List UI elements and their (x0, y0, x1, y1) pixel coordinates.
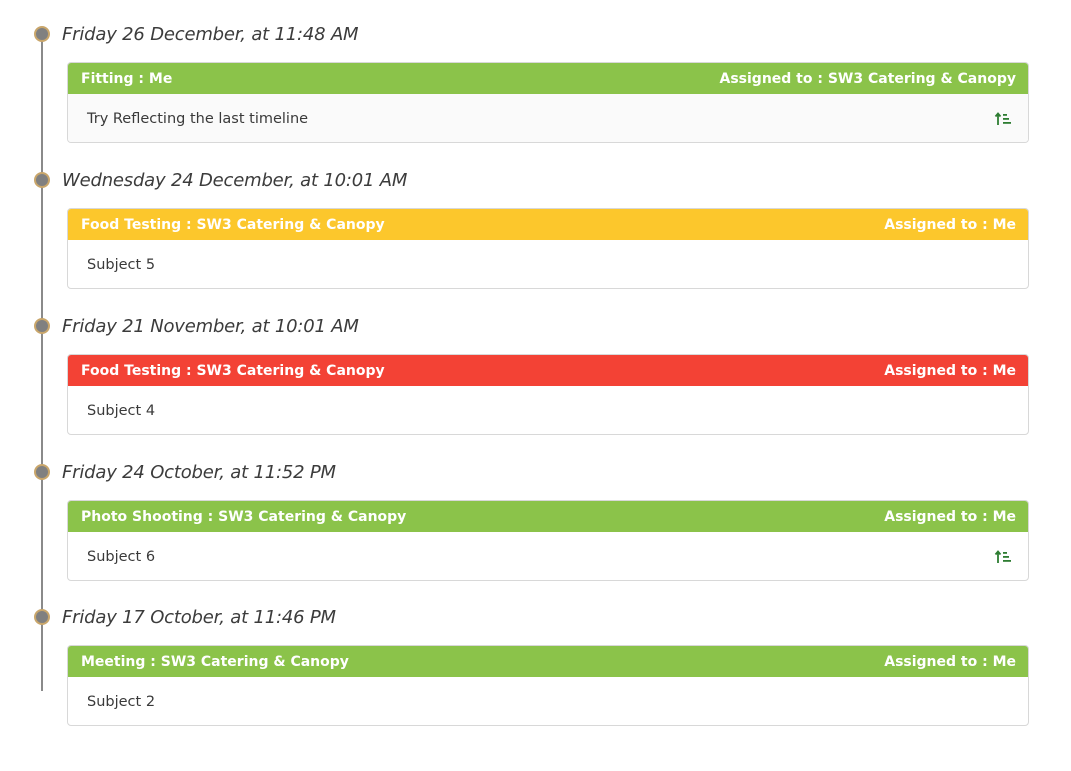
card-header: Fitting : Me Assigned to : SW3 Catering … (68, 63, 1028, 94)
timeline-dot (34, 26, 50, 42)
entry-date: Friday 26 December, at 11:48 AM (62, 24, 359, 45)
card-header: Photo Shooting : SW3 Catering & Canopy A… (68, 501, 1028, 532)
card-header: Meeting : SW3 Catering & Canopy Assigned… (68, 646, 1028, 677)
event-subject: Subject 2 (87, 694, 156, 710)
event-title: Fitting : Me (81, 70, 173, 87)
event-title: Food Testing : SW3 Catering & Canopy (81, 362, 385, 379)
event-card[interactable]: Food Testing : SW3 Catering & Canopy Ass… (67, 354, 1029, 435)
card-header: Food Testing : SW3 Catering & Canopy Ass… (68, 209, 1028, 240)
card-body: Subject 4 (68, 386, 1028, 434)
timeline-line (41, 33, 43, 691)
event-title: Food Testing : SW3 Catering & Canopy (81, 216, 385, 233)
card-header: Food Testing : SW3 Catering & Canopy Ass… (68, 355, 1028, 386)
event-card[interactable]: Photo Shooting : SW3 Catering & Canopy A… (67, 500, 1029, 581)
entry-date: Friday 21 November, at 10:01 AM (62, 316, 359, 337)
entry-date: Friday 24 October, at 11:52 PM (62, 462, 336, 483)
card-body: Try Reflecting the last timeline (68, 94, 1028, 142)
event-title: Meeting : SW3 Catering & Canopy (81, 653, 349, 670)
event-subject: Subject 5 (87, 257, 156, 273)
assigned-to: Assigned to : Me (884, 508, 1016, 525)
timeline-dot (34, 464, 50, 480)
event-card[interactable]: Meeting : SW3 Catering & Canopy Assigned… (67, 645, 1029, 726)
event-subject: Try Reflecting the last timeline (87, 111, 309, 127)
card-body: Subject 2 (68, 677, 1028, 725)
assigned-to: Assigned to : Me (884, 216, 1016, 233)
event-card[interactable]: Food Testing : SW3 Catering & Canopy Ass… (67, 208, 1029, 289)
timeline-dot (34, 172, 50, 188)
card-body: Subject 5 (68, 240, 1028, 288)
event-card[interactable]: Fitting : Me Assigned to : SW3 Catering … (67, 62, 1029, 143)
assigned-to: Assigned to : Me (884, 362, 1016, 379)
sort-ascending-icon[interactable] (994, 549, 1012, 565)
entry-date: Friday 17 October, at 11:46 PM (62, 607, 336, 628)
event-title: Photo Shooting : SW3 Catering & Canopy (81, 508, 407, 525)
timeline-dot (34, 318, 50, 334)
assigned-to: Assigned to : Me (884, 653, 1016, 670)
assigned-to: Assigned to : SW3 Catering & Canopy (719, 70, 1017, 87)
card-body: Subject 6 (68, 532, 1028, 580)
event-subject: Subject 6 (87, 549, 156, 565)
timeline-dot (34, 609, 50, 625)
entry-date: Wednesday 24 December, at 10:01 AM (62, 170, 408, 191)
sort-ascending-icon[interactable] (994, 111, 1012, 127)
event-subject: Subject 4 (87, 403, 156, 419)
